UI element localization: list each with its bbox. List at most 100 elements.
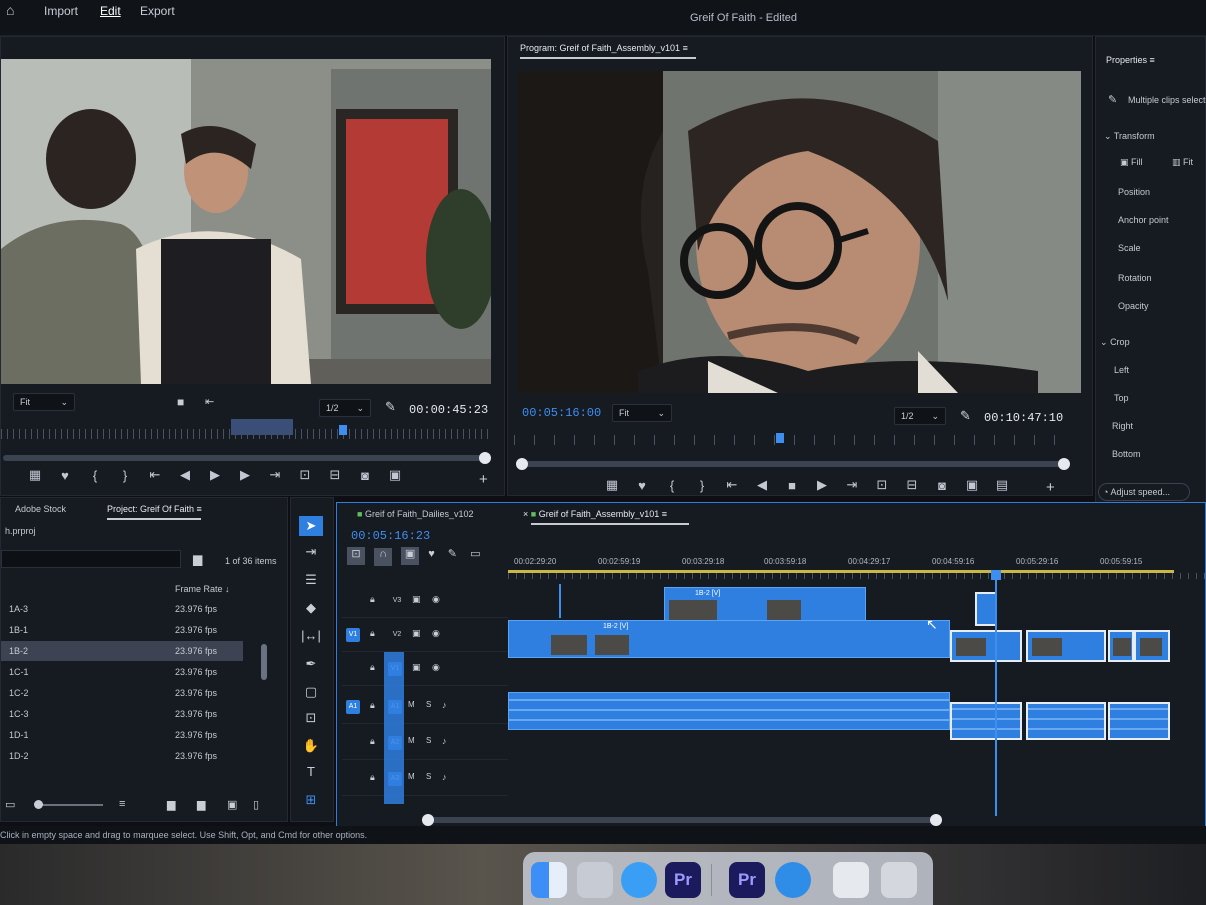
app-icon[interactable] (775, 862, 811, 898)
property-scale[interactable]: Scale (1118, 243, 1141, 253)
track-header-v1[interactable]: 🔒︎ V1 ▣ ◉ (342, 652, 508, 686)
export-frame-icon[interactable]: ◙ (357, 468, 373, 483)
adjust-speed-button[interactable]: ◔ Adjust speed... (1098, 483, 1190, 501)
track-select-tool[interactable]: ⇥ (299, 542, 323, 562)
stop-icon[interactable]: ■ (784, 478, 800, 493)
captions-icon[interactable]: ▭ (470, 548, 480, 560)
program-playhead[interactable] (776, 433, 784, 443)
col-frame-rate[interactable]: Frame Rate ↓ (175, 584, 230, 594)
fill-button[interactable]: ▣ Fill (1120, 157, 1143, 168)
slip-tool[interactable]: |↔| (299, 626, 323, 646)
home-icon[interactable]: ⌂ (6, 2, 14, 18)
solo-icon[interactable]: S (426, 772, 431, 781)
property-rotation[interactable]: Rotation (1118, 273, 1152, 283)
lock-icon[interactable]: 🔒︎ (370, 700, 375, 711)
mute-icon[interactable]: M (408, 772, 415, 781)
track-header-a3[interactable]: 🔒︎ A3 M S ♪ (342, 762, 508, 796)
project-search-input[interactable] (1, 550, 181, 568)
tab-adobe-stock[interactable]: Adobe Stock (15, 504, 66, 514)
solo-icon[interactable]: S (426, 700, 431, 709)
wrench-icon[interactable]: ✎ (960, 408, 971, 424)
button-editor-icon[interactable]: ▣ (387, 467, 403, 483)
timeline-tab-assembly[interactable]: × ■ Greif of Faith_Assembly_v101 ≡ (523, 509, 667, 519)
play-icon[interactable]: ▶ (207, 467, 223, 483)
mic-icon[interactable]: ♪ (442, 736, 447, 746)
rectangle-tool[interactable]: ▢ (299, 682, 323, 702)
folder-icon[interactable]: ▆ (193, 552, 202, 566)
program-resolution-dropdown[interactable]: 1/2 ⌄ (894, 407, 946, 425)
lock-icon[interactable]: 🔒︎ (370, 594, 375, 605)
track-header-a1[interactable]: A1 🔒︎ A1 M S ♪ (342, 690, 508, 724)
go-to-in-icon[interactable]: ⇤ (147, 467, 163, 483)
marker-icon[interactable]: ♥ (634, 478, 650, 493)
list-item-selected[interactable]: 1B-2 23.976 fps (1, 641, 243, 661)
finder-icon[interactable] (531, 862, 567, 898)
crop-left[interactable]: Left (1114, 365, 1129, 375)
crop-section[interactable]: ⌄ Crop (1100, 337, 1130, 348)
timeline-tab-dailies[interactable]: ■ Greif of Faith_Dailies_v102 (357, 509, 474, 519)
clip-v3[interactable]: 1B-2 [V] (664, 587, 866, 623)
step-back-icon[interactable]: ◀ (754, 477, 770, 493)
add-marker-icon[interactable]: ▦ (604, 477, 620, 493)
auto-reframe-tool[interactable]: ⊞ (299, 790, 323, 810)
source-zoom-scrollbar[interactable] (3, 452, 491, 464)
ripple-edit-tool[interactable]: ☰ (299, 570, 323, 590)
source-patch-a1[interactable]: A1 (346, 700, 360, 714)
source-resolution-dropdown[interactable]: 1/2 ⌄ (319, 399, 371, 417)
fit-button[interactable]: ▥ Fit (1172, 157, 1193, 168)
program-monitor-tab[interactable]: Program: Greif of Faith_Assembly_v101 ≡ (520, 43, 688, 53)
list-item[interactable]: 1D-2 23.976 fps (1, 746, 286, 766)
lock-icon[interactable]: 🔒︎ (370, 736, 375, 747)
list-item[interactable]: 1B-1 23.976 fps (1, 620, 286, 640)
downloads-icon[interactable] (833, 862, 869, 898)
track-header-a2[interactable]: 🔒︎ A2 M S ♪ (342, 726, 508, 760)
source-zoom-dropdown[interactable]: Fit ⌄ (13, 393, 75, 411)
list-item[interactable]: 1D-1 23.976 fps (1, 725, 286, 745)
mark-out-icon[interactable]: } (694, 478, 710, 493)
source-patch-v1[interactable]: V1 (346, 628, 360, 642)
new-item-icon[interactable]: ▣ (227, 798, 237, 811)
wrench-icon[interactable]: ✎ (448, 548, 457, 560)
sync-icon[interactable]: ▣ (412, 662, 421, 673)
source-timecode[interactable]: 00:00:45:23 (409, 403, 488, 417)
wrench-icon[interactable]: ✎ (385, 399, 396, 415)
timeline-timecode[interactable]: 00:05:16:23 (351, 529, 430, 543)
launchpad-icon[interactable] (577, 862, 613, 898)
program-zoom-scrollbar[interactable] (516, 458, 1070, 470)
list-item[interactable]: 1C-2 23.976 fps (1, 683, 286, 703)
nav-import[interactable]: Import (44, 4, 78, 18)
marker-icon[interactable]: ♥ (57, 468, 73, 483)
clip-v2-selected[interactable] (1026, 630, 1106, 662)
linked-selection-icon[interactable]: ▣ (401, 547, 420, 565)
clip-v2-selected[interactable] (950, 630, 1022, 662)
export-frame-icon[interactable]: ◙ (934, 478, 950, 493)
eye-icon[interactable]: ◉ (432, 662, 440, 673)
list-item[interactable]: 1C-3 23.976 fps (1, 704, 286, 724)
lift-icon[interactable]: ⊡ (874, 477, 890, 493)
clip-v3-small[interactable] (975, 592, 997, 626)
program-video-frame[interactable] (518, 71, 1081, 393)
crop-bottom[interactable]: Bottom (1112, 449, 1141, 459)
selection-tool[interactable]: ➤ (299, 516, 323, 536)
safe-margins-icon[interactable]: ■ (177, 395, 184, 409)
timeline-playhead-handle[interactable] (991, 570, 1001, 580)
mute-icon[interactable]: M (408, 700, 415, 709)
add-button-icon[interactable]: + (479, 471, 488, 488)
track-header-v3[interactable]: 🔒︎ V3 ▣ ◉ (342, 584, 508, 618)
project-scrollbar[interactable] (261, 644, 267, 680)
premiere-pro-icon[interactable]: Pr (665, 862, 701, 898)
eye-icon[interactable]: ◉ (432, 594, 440, 605)
sort-icon[interactable]: ≡ (119, 798, 125, 810)
mic-icon[interactable]: ♪ (442, 700, 447, 710)
program-zoom-dropdown[interactable]: Fit ⌄ (612, 404, 672, 422)
mute-icon[interactable]: M (408, 736, 415, 745)
type-tool[interactable]: T (299, 762, 323, 782)
property-opacity[interactable]: Opacity (1118, 301, 1149, 311)
razor-tool[interactable]: ◆ (299, 598, 323, 618)
zoom-tool[interactable]: ⊡ (299, 708, 323, 728)
lock-icon[interactable]: 🔒︎ (370, 662, 375, 673)
hand-tool[interactable]: ✋ (299, 736, 323, 756)
step-forward-icon[interactable]: ▶ (814, 477, 830, 493)
sync-icon[interactable]: ▣ (412, 594, 421, 605)
step-back-icon[interactable]: ◀ (177, 467, 193, 483)
